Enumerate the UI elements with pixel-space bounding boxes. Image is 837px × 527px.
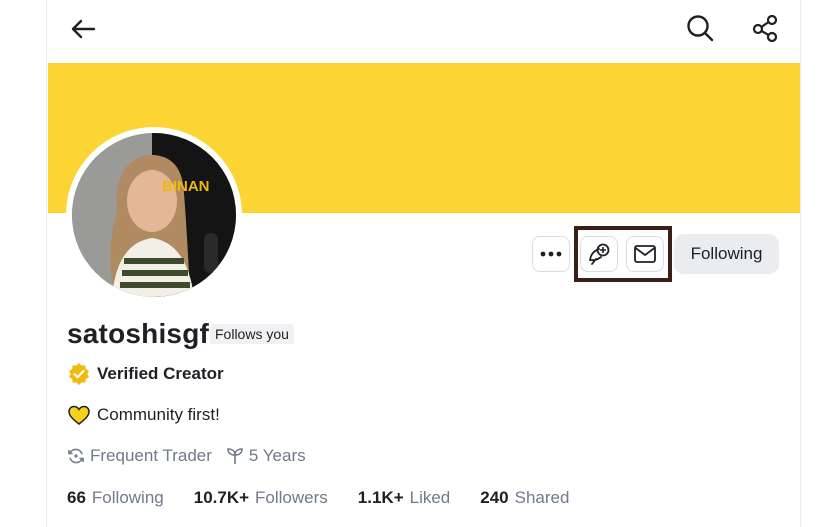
avatar[interactable]: BINAN <box>66 127 242 303</box>
search-button[interactable] <box>684 12 716 44</box>
more-dots-icon <box>540 251 562 257</box>
mail-icon <box>634 245 656 263</box>
stat-value: 66 <box>67 488 86 507</box>
arrow-left-icon <box>71 19 96 39</box>
share-button[interactable] <box>749 12 781 44</box>
stat-label: Following <box>91 488 164 507</box>
message-button[interactable] <box>626 236 664 272</box>
tip-icon <box>589 243 610 265</box>
following-button[interactable]: Following <box>674 234 779 274</box>
search-icon <box>687 15 714 42</box>
stat-shared: 240 Shared <box>480 488 569 508</box>
stat-label: Shared <box>514 488 570 507</box>
bio-text: Community first! <box>97 405 220 424</box>
stat-value: 240 <box>480 488 509 507</box>
verified-row: Verified Creator <box>67 362 224 386</box>
sprout-icon <box>227 448 243 464</box>
top-bar <box>47 0 800 62</box>
svg-text:BINAN: BINAN <box>162 178 210 195</box>
stat-value: 1.1K+ <box>357 488 404 507</box>
stat-label: Liked <box>409 488 451 507</box>
yellow-heart-icon <box>68 405 90 425</box>
tag-frequent-trader: Frequent Trader <box>90 446 212 465</box>
avatar-photo: BINAN <box>72 133 236 297</box>
avatar-image: BINAN <box>72 133 236 297</box>
stat-liked: 1.1K+ Liked <box>358 488 450 508</box>
trade-cycle-icon <box>68 448 84 464</box>
back-button[interactable] <box>67 14 99 44</box>
username: satoshisgf <box>67 318 210 349</box>
verified-badge-icon <box>69 363 89 385</box>
bio-row: Community first! <box>67 404 220 426</box>
follows-you-badge: Follows you <box>210 324 294 344</box>
more-button[interactable] <box>532 236 570 272</box>
stat-value: 10.7K+ <box>193 488 250 507</box>
tag-years: 5 Years <box>248 446 306 465</box>
stat-followers[interactable]: 10.7K+ Followers <box>194 488 328 508</box>
stats-row: 66 Following 10.7K+ Followers 1.1K+ Liked 2… <box>67 488 599 508</box>
verified-label: Verified Creator <box>97 364 224 383</box>
share-icon <box>752 14 778 42</box>
tip-button[interactable] <box>580 236 618 272</box>
stat-following[interactable]: 66 Following <box>67 488 164 508</box>
tags-row: Frequent Trader 5 Years <box>67 446 306 466</box>
stat-label: Followers <box>255 488 328 507</box>
